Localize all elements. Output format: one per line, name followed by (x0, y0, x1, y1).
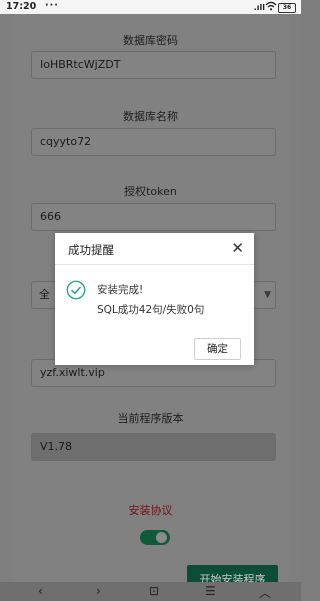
dialog-message-line2: SQL成功42句/失败0句 (97, 304, 205, 316)
agreement-label[interactable]: 安装协议 (0, 502, 301, 518)
more-dots: ··· (45, 0, 59, 11)
close-icon[interactable]: ✕ (231, 239, 244, 257)
menu-nav-icon[interactable]: ☰ (205, 584, 216, 598)
dialog-divider (55, 264, 254, 265)
token-label: 授权token (124, 185, 177, 198)
toggle-knob (156, 532, 167, 543)
dialog-title: 成功提醒 (68, 243, 114, 257)
db-password-field[interactable]: IoHBRtcWjZDT (31, 51, 276, 79)
db-name-field[interactable]: cqyyto72 (31, 128, 276, 156)
dialog-message-line1: 安装完成! (97, 284, 144, 296)
battery-icon: 36 (278, 3, 296, 13)
signal-icon: .ıll (253, 3, 265, 12)
db-password-label: 数据库密码 (123, 34, 178, 47)
tabs-nav-icon[interactable]: ⊡ (149, 584, 159, 598)
success-check-icon (66, 280, 86, 300)
agreement-toggle[interactable] (140, 530, 170, 545)
system-nav-bar: ‹ › ⊡ ☰ ︿ (0, 582, 301, 601)
up-nav-icon[interactable]: ︿ (259, 584, 271, 601)
back-nav-icon[interactable]: ‹ (38, 584, 43, 598)
chevron-down-icon: ▼ (264, 290, 271, 300)
protocol-select-value: 全 (39, 288, 50, 301)
db-name-label: 数据库名称 (123, 110, 178, 123)
wifi-icon (265, 1, 277, 14)
confirm-button[interactable]: 确定 (194, 338, 241, 360)
clock: 17:20 (6, 1, 37, 12)
forward-nav-icon[interactable]: › (96, 584, 101, 598)
status-bar: 17:20 ··· .ıll 36 (0, 0, 301, 14)
version-field: V1.78 (31, 433, 276, 461)
token-field[interactable]: 666 (31, 203, 276, 231)
success-dialog: 成功提醒 ✕ 安装完成! SQL成功42句/失败0句 确定 (55, 233, 254, 365)
version-label: 当前程序版本 (117, 412, 184, 425)
